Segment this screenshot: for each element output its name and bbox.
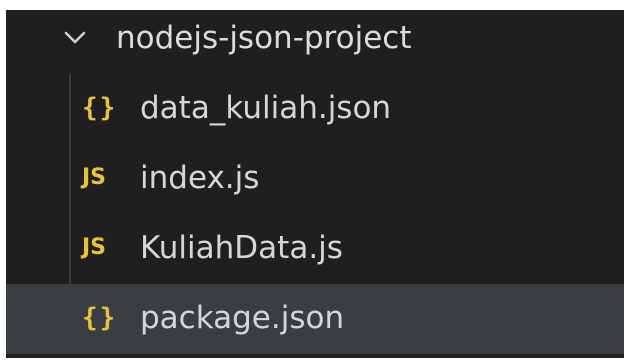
screenshot-frame: nodejs-json-project {} data_kuliah.json … [0, 0, 630, 364]
file-name: package.json [140, 300, 345, 336]
file-name: data_kuliah.json [140, 90, 392, 126]
file-row-package-json[interactable]: {} package.json [6, 284, 624, 354]
file-row-index-js[interactable]: JS index.js [6, 144, 624, 214]
chevron-down-icon [64, 31, 86, 44]
folder-name: nodejs-json-project [116, 20, 412, 56]
file-row-data-kuliah-json[interactable]: {} data_kuliah.json [6, 74, 624, 144]
file-name: index.js [140, 160, 260, 196]
js-file-icon: JS [82, 235, 107, 260]
json-file-icon: {} [82, 93, 118, 123]
folder-row-nodejs-json-project[interactable]: nodejs-json-project [6, 10, 624, 74]
js-file-icon: JS [82, 165, 107, 190]
file-row-kuliahdata-js[interactable]: JS KuliahData.js [6, 214, 624, 284]
file-name: KuliahData.js [140, 230, 343, 266]
file-explorer-panel: nodejs-json-project {} data_kuliah.json … [6, 10, 624, 358]
json-file-icon: {} [82, 303, 118, 333]
